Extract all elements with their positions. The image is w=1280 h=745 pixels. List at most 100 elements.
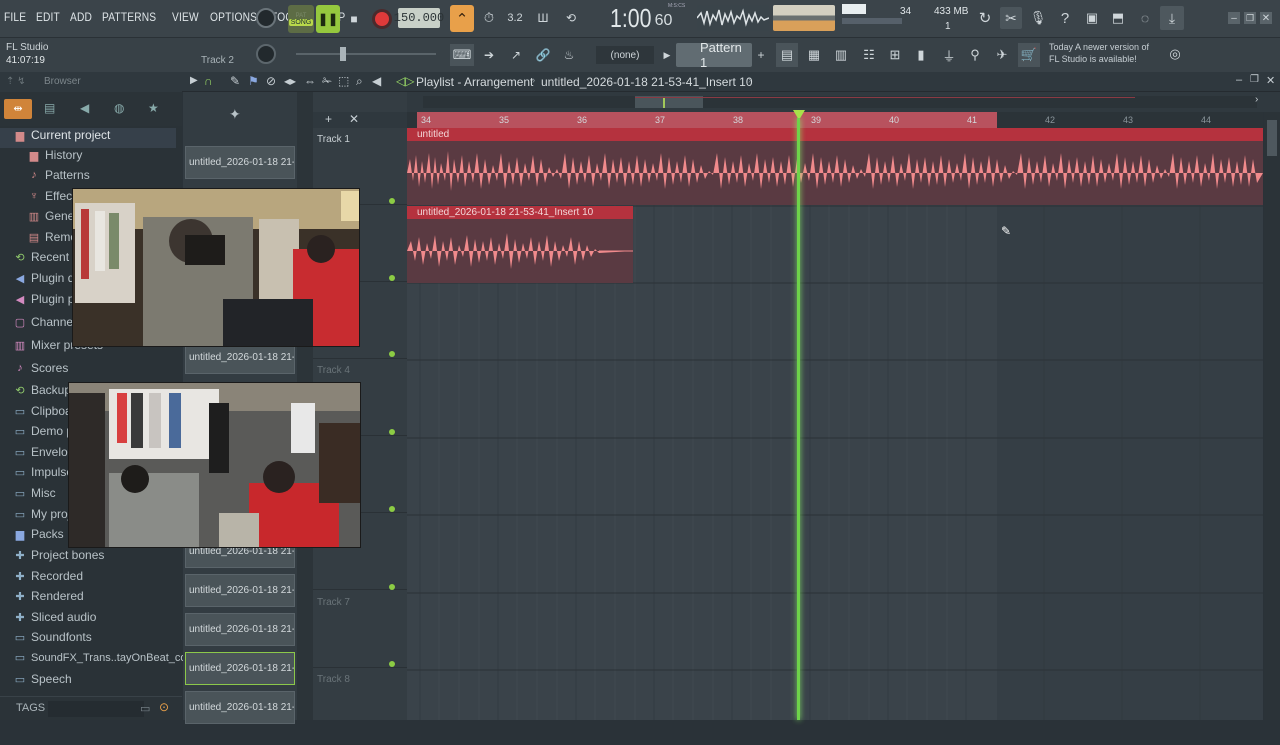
countdown-icon[interactable]: 3.2 — [503, 6, 527, 30]
minimize-icon[interactable]: – — [1228, 12, 1240, 24]
add-pattern-button[interactable]: + — [754, 44, 768, 66]
add-track-icon[interactable]: + — [325, 112, 332, 126]
track-header-7[interactable]: Track 7 — [313, 591, 407, 668]
tempo-display[interactable]: 150.000 — [394, 8, 444, 28]
chat-icon[interactable]: ◌ — [1135, 7, 1155, 29]
wait-input-icon[interactable]: ⏱ — [478, 6, 500, 30]
pause-button[interactable]: ❚❚ — [316, 5, 340, 33]
playlist-maximize-icon[interactable]: ❐ — [1250, 74, 1259, 85]
picker-clip[interactable]: untitled_2026-01-18 21-... — [185, 574, 295, 607]
slider-handle[interactable] — [340, 47, 346, 61]
playlist-menu-arrow-icon[interactable]: ▶ — [190, 75, 198, 86]
pencil-icon[interactable]: ✎ — [230, 74, 240, 88]
tags-label[interactable]: TAGS — [16, 702, 45, 714]
picker-clip[interactable]: untitled_2026-01-18 21-... — [185, 691, 295, 724]
overview-strip[interactable] — [423, 96, 1257, 108]
folder-open-icon[interactable]: ▭ — [140, 702, 150, 715]
browser-item-sliced-audio[interactable]: ✚ Sliced audio — [14, 610, 96, 624]
browser-item-patterns[interactable]: ♪ Patterns — [28, 168, 89, 182]
stamp-icon[interactable]: ♨ — [558, 44, 580, 66]
track-mute-led[interactable] — [389, 351, 395, 357]
touch-controller-icon[interactable]: ⚲ — [964, 43, 986, 67]
mixer-icon[interactable]: ☷ — [858, 43, 880, 67]
menu-edit[interactable]: EDIT — [36, 10, 60, 24]
picker-clip[interactable]: untitled_2026-01-18 21-... — [185, 613, 295, 646]
link-icon[interactable]: 🔗 — [532, 44, 554, 66]
browser-web-icon[interactable]: ◍ — [114, 101, 124, 115]
browser-icon[interactable]: ▮ — [910, 43, 932, 67]
microphone-icon[interactable]: 🎙 — [1028, 7, 1048, 29]
track-header-8[interactable]: Track 8 — [313, 668, 407, 745]
loop-record-icon[interactable]: ⟲ — [560, 6, 582, 30]
master-volume-knob[interactable] — [256, 8, 276, 28]
download-icon[interactable]: ⤓ — [1160, 6, 1184, 30]
pattern-arrow-icon[interactable]: ▶ — [662, 46, 672, 64]
playlist-minimize-icon[interactable]: – — [1236, 74, 1242, 86]
globe-icon[interactable]: ◎ — [1166, 45, 1184, 63]
slip-icon[interactable]: ⇔ — [304, 74, 316, 88]
curve-icon[interactable]: ↗ — [505, 44, 527, 66]
remove-track-icon[interactable]: ✕ — [349, 112, 359, 126]
browser-plugins-icon[interactable]: ◀ — [80, 101, 89, 115]
browser-item-current-project[interactable]: ▆ Current project — [14, 128, 111, 142]
piano-roll-icon[interactable]: ▦ — [803, 43, 825, 67]
master-pitch-slider[interactable] — [296, 47, 436, 61]
browser-all-tab[interactable]: ⇹ — [4, 99, 32, 119]
menu-options[interactable]: OPTIONS — [210, 10, 257, 24]
browser-item-scores[interactable]: ♪ Scores — [14, 361, 68, 375]
track-mute-led[interactable] — [389, 275, 395, 281]
audio-clip-untitled[interactable]: untitled — [407, 128, 1263, 205]
track-mute-led[interactable] — [389, 661, 395, 667]
search-icon[interactable]: ⊙ — [159, 700, 169, 714]
snap-select[interactable]: (none) — [596, 46, 654, 64]
browser-item-packs[interactable]: ▆ Packs — [14, 527, 64, 541]
maximize-icon[interactable]: ❐ — [1244, 12, 1256, 24]
browser-item-project-bones[interactable]: ✚ Project bones — [14, 548, 104, 562]
save-icon[interactable]: ▣ — [1082, 7, 1102, 29]
song-mode-toggle[interactable]: PAT SONG — [288, 5, 314, 33]
browser-files-icon[interactable]: ▤ — [44, 101, 55, 115]
paint-icon[interactable]: ⚑ — [248, 74, 259, 88]
pitch-knob[interactable] — [256, 44, 276, 64]
slice-icon[interactable]: ✁ — [322, 74, 332, 88]
stop-button[interactable]: ■ — [342, 5, 366, 33]
menu-patterns[interactable]: PATTERNS — [102, 10, 156, 24]
magnet-icon[interactable]: ∩ — [204, 74, 213, 88]
browser-item-speech[interactable]: ▭ Speech — [14, 672, 72, 686]
menu-file[interactable]: FILE — [4, 10, 26, 24]
browser-item-recorded[interactable]: ✚ Recorded — [14, 569, 83, 583]
zoom-icon[interactable]: ⌕ — [356, 74, 363, 89]
mute-icon[interactable]: ◂▸ — [284, 74, 296, 88]
track-mute-led[interactable] — [389, 506, 395, 512]
tags-search-field[interactable] — [48, 701, 144, 717]
channel-rack-icon[interactable]: ▥ — [830, 43, 852, 67]
scrollbar-thumb[interactable] — [1267, 120, 1277, 156]
browser-item-soundfonts[interactable]: ▭ Soundfonts — [14, 630, 92, 644]
track-mute-led[interactable] — [389, 429, 395, 435]
playback-icon[interactable]: ◀ — [372, 74, 381, 88]
pattern-select[interactable]: Pattern 1 — [676, 40, 752, 70]
playlist-icon[interactable]: ▤ — [776, 43, 798, 67]
playlist-close-icon[interactable]: ✕ — [1266, 74, 1275, 87]
browser-item-soundfx[interactable]: ▭ SoundFX_Trans..tayOnBeat_com — [14, 651, 196, 665]
export-icon[interactable]: ⬒ — [1108, 7, 1128, 29]
browser-item-history[interactable]: ▆ History — [28, 148, 83, 162]
step-edit-icon[interactable]: Ш — [532, 6, 554, 30]
browser-favorite-icon[interactable]: ★ — [148, 101, 159, 115]
track-mute-led[interactable] — [389, 198, 395, 204]
browser-item-backup[interactable]: ⟲ Backup — [14, 383, 71, 397]
audio-clip-insert-10[interactable]: untitled_2026-01-18 21-53-41_Insert 10 — [407, 206, 633, 283]
picker-clip-selected[interactable]: untitled_2026-01-18 21-... — [185, 652, 295, 685]
browser-item-rendered[interactable]: ✚ Rendered — [14, 589, 83, 603]
scissors-icon[interactable]: ✂ — [1000, 7, 1022, 29]
help-icon[interactable]: ? — [1055, 7, 1075, 29]
hint-icon[interactable]: ✈ — [991, 43, 1013, 67]
arrow-icon[interactable]: ➔ — [478, 44, 500, 66]
playlist-arrows-icon[interactable]: ◁▷ — [396, 74, 414, 88]
step-sequencer-icon[interactable]: ⊞ — [884, 43, 906, 67]
panic-icon[interactable]: ↻ — [975, 7, 995, 29]
picker-wave-icon[interactable]: ✦ — [229, 106, 241, 123]
store-icon[interactable]: 🛒 — [1018, 43, 1040, 67]
track-mute-led[interactable] — [389, 584, 395, 590]
record-button[interactable] — [368, 5, 396, 33]
